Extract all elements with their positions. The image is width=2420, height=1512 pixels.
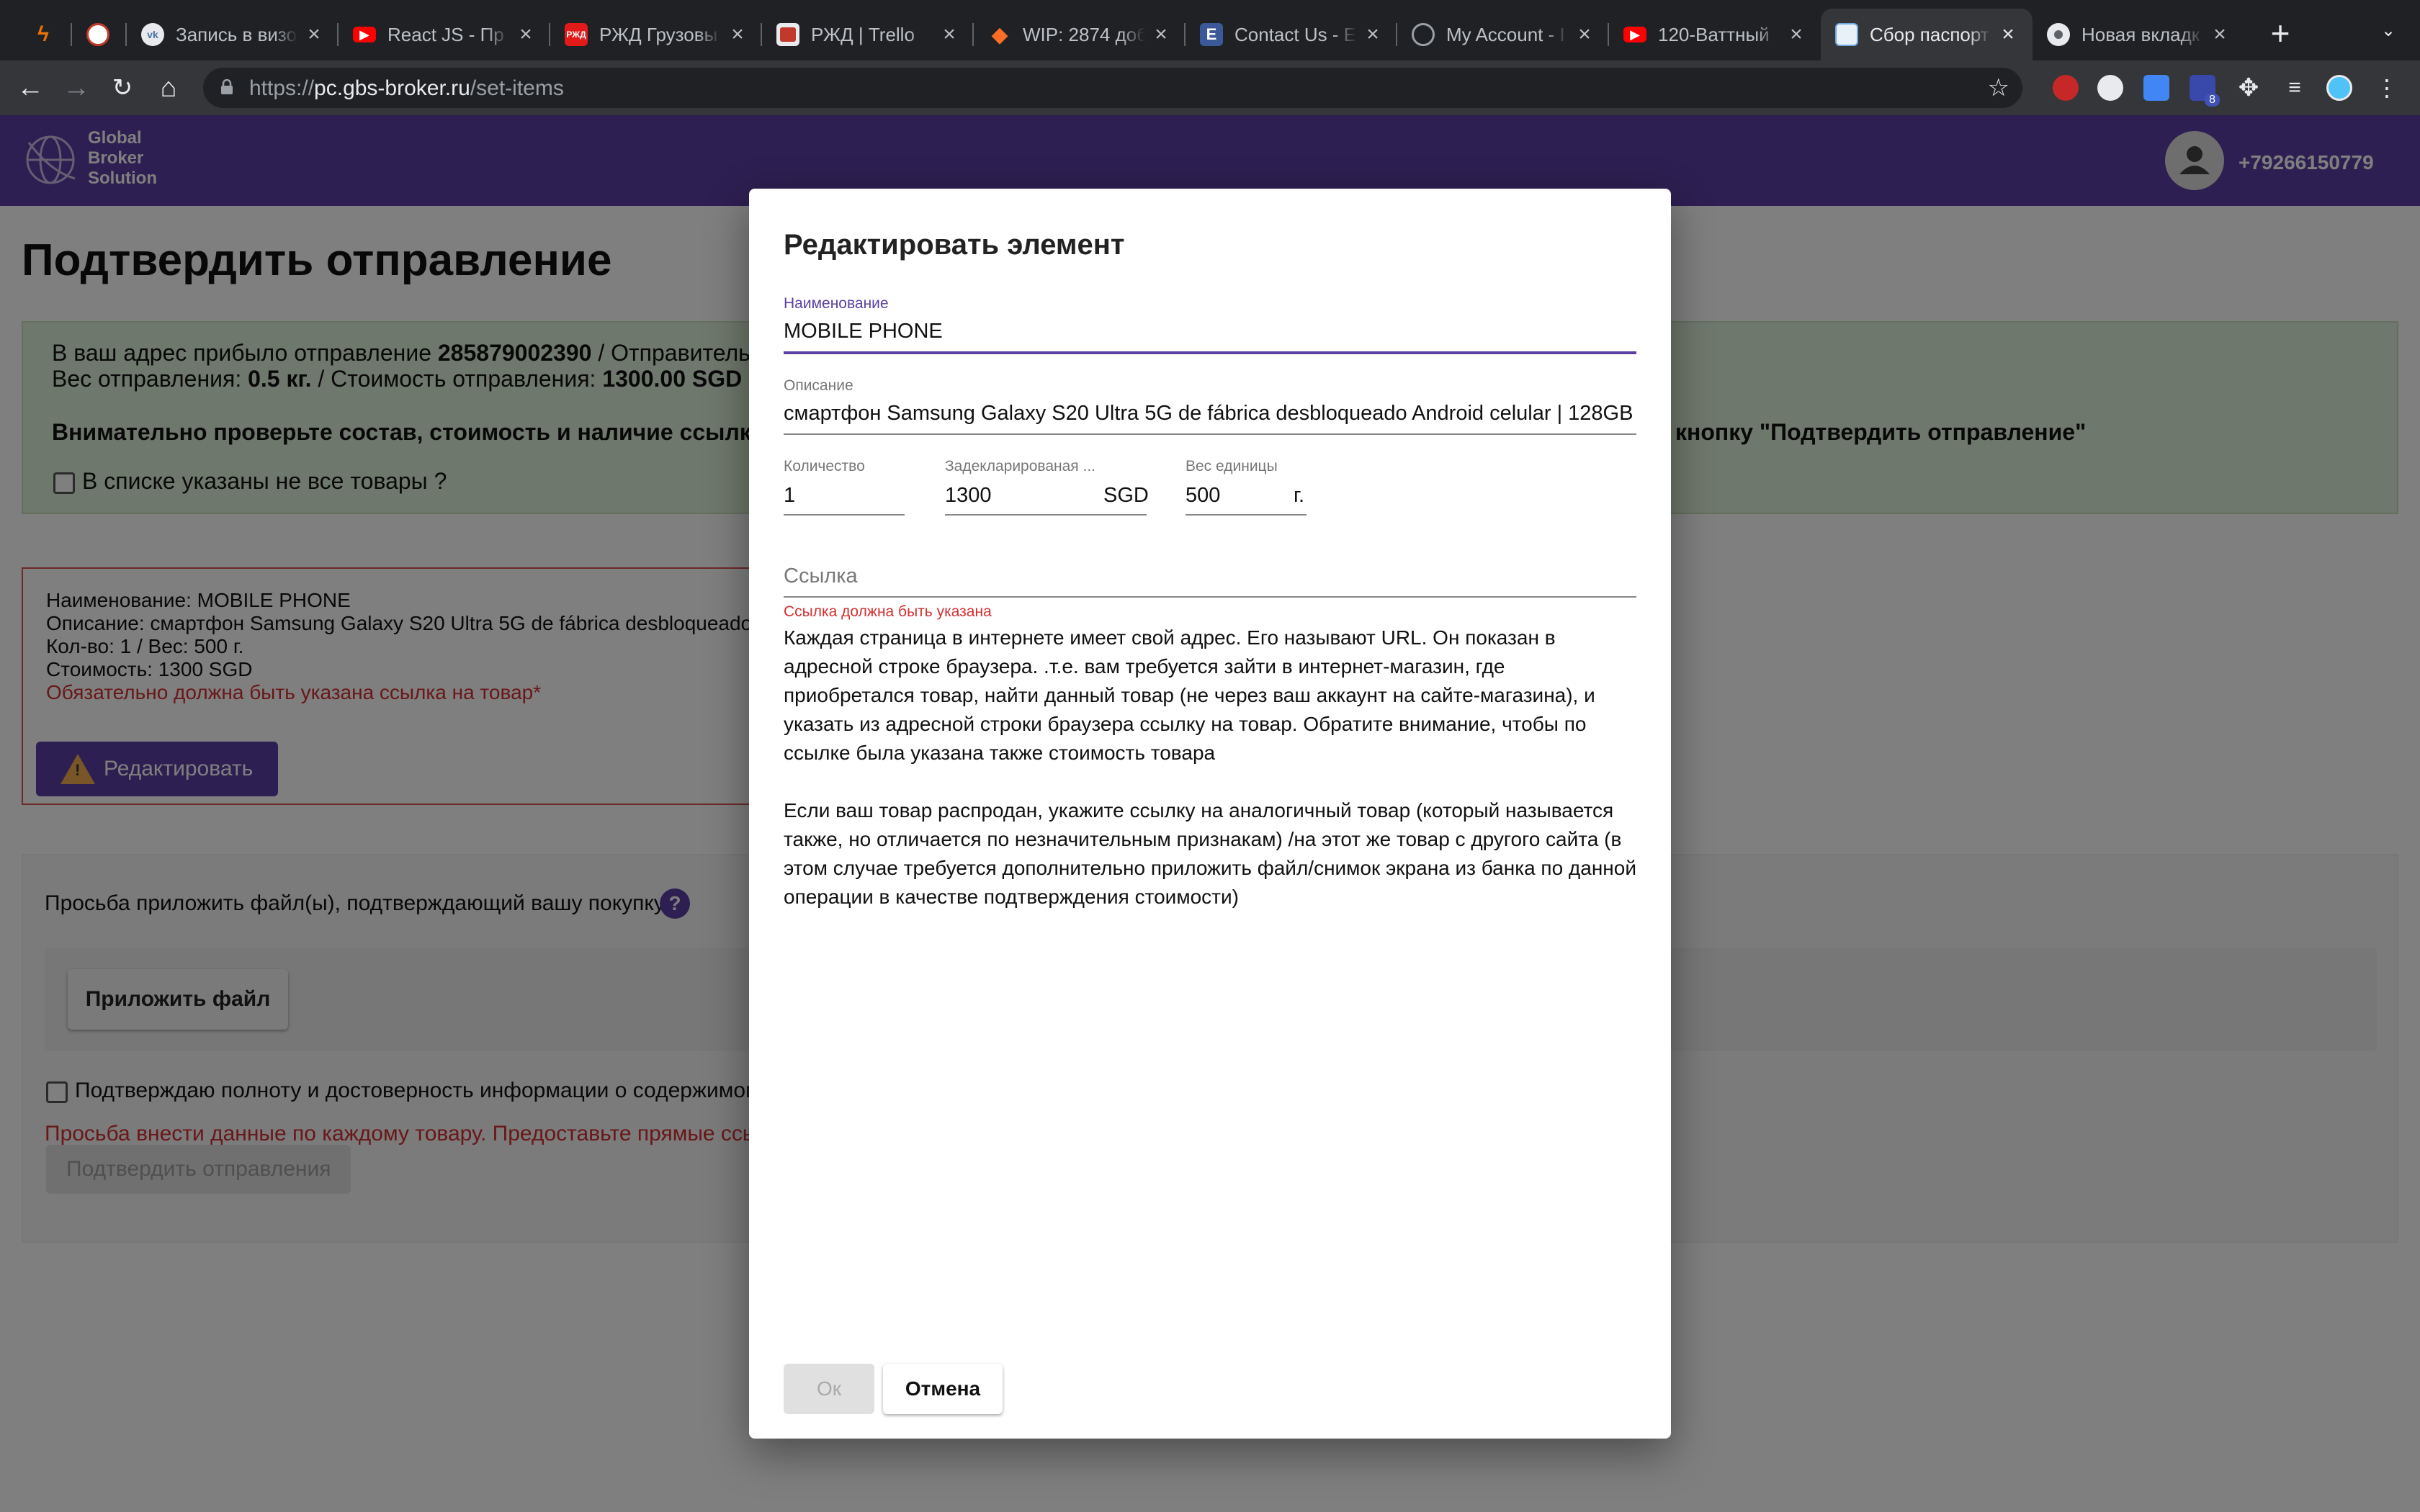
trello-icon bbox=[776, 23, 799, 46]
description-field-label: Описание bbox=[784, 377, 853, 394]
unit-weight-label: Вес единицы bbox=[1186, 458, 1278, 474]
dialog-title: Редактировать элемент bbox=[784, 229, 1125, 261]
home-icon[interactable]: ⌂ bbox=[151, 71, 186, 105]
tab-title: Сбор паспорт bbox=[1870, 23, 1989, 45]
e-icon: E bbox=[1200, 23, 1223, 46]
extension-badge-count: 8 bbox=[2205, 94, 2220, 107]
browser-tab[interactable]: vk Запись в визо × bbox=[127, 9, 339, 60]
lightning-icon: ϟ bbox=[37, 22, 49, 46]
browser-tab[interactable]: ▶ React JS - Пр × bbox=[339, 9, 550, 60]
media-queue-icon[interactable]: ≡ bbox=[2282, 75, 2308, 101]
browser-tab-active[interactable]: Сбор паспорт × bbox=[1821, 9, 2033, 60]
new-tab-icon[interactable]: + bbox=[2262, 16, 2299, 53]
link-help-paragraph-2: Если ваш товар распродан, укажите ссылку… bbox=[784, 799, 1636, 908]
gbs-favicon-icon bbox=[1835, 23, 1858, 46]
close-tab-icon[interactable]: × bbox=[1574, 22, 1595, 47]
tab-title: РЖД Грузовы bbox=[599, 23, 718, 45]
close-tab-icon[interactable]: × bbox=[304, 22, 324, 47]
clock-icon bbox=[86, 23, 109, 46]
unit-weight-underline bbox=[1186, 514, 1307, 516]
browser-tab-strip: ϟ vk Запись в визо × ▶ React JS - Пр × Р… bbox=[0, 0, 2420, 60]
unit-weight-suffix: г. bbox=[1294, 484, 1305, 507]
browser-toolbar: ← → ↻ ⌂ https://pc.gbs-broker.ru/set-ite… bbox=[0, 60, 2420, 115]
cancel-button[interactable]: Отмена bbox=[883, 1364, 1003, 1414]
close-tab-icon[interactable]: × bbox=[1151, 22, 1171, 47]
browser-tab[interactable]: E Contact Us - E × bbox=[1186, 9, 1397, 60]
puzzle-extensions-icon[interactable]: ✥ bbox=[2236, 75, 2262, 101]
description-field[interactable]: смартфон Samsung Galaxy S20 Ultra 5G de … bbox=[784, 402, 1636, 426]
translate-extension-icon[interactable] bbox=[2143, 75, 2169, 101]
profile-avatar-icon[interactable] bbox=[2326, 75, 2352, 101]
link-help-paragraph-1: Каждая страница в интернете имеет свой а… bbox=[784, 626, 1595, 764]
tab-title: Contact Us - E bbox=[1234, 23, 1357, 45]
address-bar[interactable]: https://pc.gbs-broker.ru/set-items ☆ bbox=[203, 68, 2022, 108]
lock-icon bbox=[221, 79, 233, 94]
youtube-icon: ▶ bbox=[353, 27, 376, 42]
close-tab-icon[interactable]: × bbox=[1786, 22, 1806, 47]
tab-search-chevron-icon[interactable]: ⌄ bbox=[2374, 20, 2403, 49]
declared-currency: SGD bbox=[1103, 484, 1149, 507]
ok-button[interactable]: Ок bbox=[784, 1364, 874, 1414]
tab-title: WIP: 2874 доб bbox=[1023, 23, 1145, 45]
close-tab-icon[interactable]: × bbox=[516, 22, 536, 47]
unit-weight-field[interactable]: 500 bbox=[1186, 484, 1272, 508]
close-tab-icon[interactable]: × bbox=[2210, 22, 2230, 47]
browser-tab[interactable]: ◆ WIP: 2874 доб × bbox=[974, 9, 1186, 60]
browser-tab[interactable]: ϟ bbox=[17, 9, 72, 60]
vk-icon: vk bbox=[141, 23, 164, 46]
rzd-icon: РЖД bbox=[565, 23, 588, 46]
quantity-field-underline bbox=[784, 514, 905, 516]
chrome-icon bbox=[2047, 23, 2070, 46]
name-field-underline bbox=[784, 351, 1636, 354]
edit-item-dialog: Редактировать элемент Наименование MOBIL… bbox=[749, 189, 1671, 1439]
extension-icon[interactable] bbox=[2097, 75, 2123, 101]
tab-title: My Account - I bbox=[1446, 23, 1565, 45]
extension-badge-icon[interactable]: 8 bbox=[2190, 75, 2220, 107]
url-text: https://pc.gbs-broker.ru/set-items bbox=[249, 76, 564, 100]
browser-tab[interactable] bbox=[72, 9, 127, 60]
browser-tab[interactable]: РЖД РЖД Грузовы × bbox=[550, 9, 762, 60]
adblock-extension-icon[interactable] bbox=[2053, 75, 2079, 101]
browser-tab[interactable]: My Account - I × bbox=[1397, 9, 1609, 60]
globe-icon bbox=[1412, 23, 1435, 46]
youtube-icon: ▶ bbox=[1623, 27, 1646, 42]
declared-value-underline bbox=[945, 514, 1147, 516]
tab-title: РЖД | Trello bbox=[811, 23, 915, 45]
declared-value-label: Задекларированая ... bbox=[945, 458, 1096, 474]
quantity-field[interactable]: 1 bbox=[784, 484, 899, 508]
back-icon[interactable]: ← bbox=[13, 71, 48, 105]
link-field[interactable]: Ссылка bbox=[784, 564, 858, 588]
gitlab-icon: ◆ bbox=[991, 22, 1008, 47]
browser-menu-icon[interactable]: ⋮ bbox=[2374, 75, 2400, 101]
bookmark-star-icon[interactable]: ☆ bbox=[1988, 73, 2009, 102]
tab-title: Новая вкладк bbox=[2081, 23, 2200, 45]
close-tab-icon[interactable]: × bbox=[727, 22, 748, 47]
close-tab-icon[interactable]: × bbox=[1998, 22, 2018, 47]
description-field-underline bbox=[784, 433, 1636, 435]
tab-title: Запись в визо bbox=[176, 23, 297, 45]
close-tab-icon[interactable]: × bbox=[939, 22, 959, 47]
close-tab-icon[interactable]: × bbox=[1363, 22, 1383, 47]
declared-value-field[interactable]: 1300 bbox=[945, 484, 1089, 508]
browser-tab[interactable]: Новая вкладк × bbox=[2033, 9, 2244, 60]
browser-tab[interactable]: РЖД | Trello × bbox=[762, 9, 974, 60]
name-field-label: Наименование bbox=[784, 295, 889, 312]
tab-title: React JS - Пр bbox=[387, 23, 504, 45]
browser-tab[interactable]: ▶ 120-Ваттный × bbox=[1609, 9, 1821, 60]
forward-icon[interactable]: → bbox=[59, 71, 94, 105]
quantity-field-label: Количество bbox=[784, 458, 865, 474]
link-field-error: Ссылка должна быть указана bbox=[784, 603, 992, 620]
name-field[interactable]: MOBILE PHONE bbox=[784, 320, 1636, 343]
reload-icon[interactable]: ↻ bbox=[105, 71, 140, 105]
link-field-underline bbox=[784, 596, 1636, 598]
tab-title: 120-Ваттный bbox=[1658, 23, 1770, 45]
